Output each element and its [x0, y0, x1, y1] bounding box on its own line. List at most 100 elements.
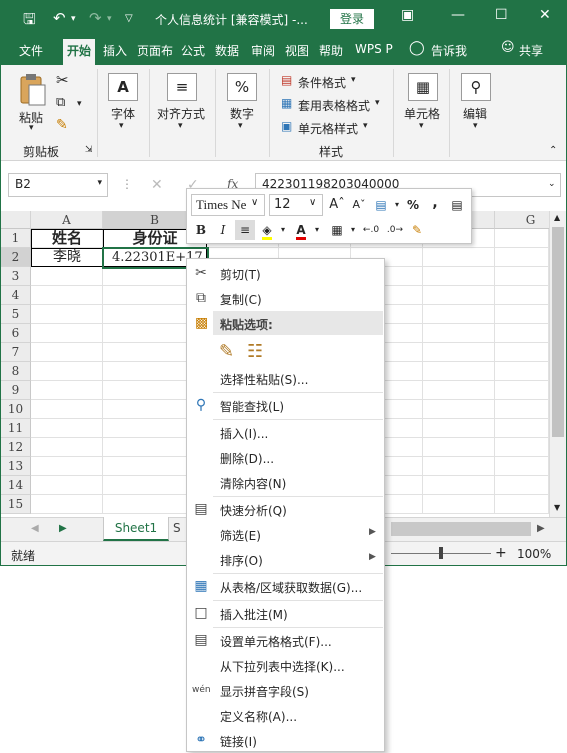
conditional-format-button[interactable]: 条件格式 — [298, 74, 346, 91]
cells-dropdown-icon[interactable]: ▾ — [419, 121, 424, 131]
bold-icon[interactable]: B — [191, 220, 211, 240]
cell-a1[interactable]: 姓名 — [31, 229, 103, 248]
align-center-icon[interactable]: ≡ — [235, 220, 255, 240]
minimize-icon[interactable]: — — [451, 7, 465, 23]
clipboard-launcher-icon[interactable]: ⇲ — [85, 145, 93, 155]
number-dropdown-icon[interactable]: ▾ — [238, 121, 243, 131]
copy-icon[interactable]: ⧉ — [56, 95, 65, 110]
row-header[interactable]: 4 — [1, 286, 31, 305]
copy-dropdown-icon[interactable]: ▾ — [77, 99, 82, 109]
sheet-tab-2[interactable]: S — [173, 521, 181, 535]
increase-decimal-icon[interactable]: ←.0 — [361, 220, 381, 240]
menu-item-filter[interactable]: 筛选(E) ▶ — [187, 522, 384, 547]
menu-item-paste-special[interactable]: 选择性粘贴(S)... — [187, 366, 384, 391]
cells-icon[interactable]: ▦ — [408, 73, 438, 101]
scroll-down-icon[interactable]: ▼ — [554, 503, 560, 512]
tab-review[interactable]: 审阅 — [251, 42, 275, 59]
column-header[interactable]: A — [31, 211, 103, 229]
editing-dropdown-icon[interactable]: ▾ — [473, 121, 478, 131]
zoom-level[interactable]: 100% — [517, 547, 551, 561]
menu-item-copy[interactable]: ⧉ 复制(C) — [187, 286, 384, 311]
font-size-dropdown-icon[interactable]: ∨ — [309, 197, 316, 208]
menu-item-clear-contents[interactable]: 清除内容(N) — [187, 470, 384, 495]
cell-a2[interactable]: 李晓 — [31, 248, 103, 267]
cells-group-button[interactable]: 单元格 — [404, 105, 440, 122]
select-all-corner[interactable] — [1, 211, 31, 229]
alignment-dropdown-icon[interactable]: ▾ — [178, 121, 183, 131]
search-icon[interactable]: ⚲ — [461, 73, 491, 101]
font-group-button[interactable]: 字体 — [111, 105, 135, 122]
row-header[interactable]: 2 — [1, 248, 31, 267]
close-icon[interactable]: ✕ — [539, 7, 551, 23]
paste-dropdown-icon[interactable]: ▾ — [29, 123, 34, 133]
decrease-font-icon[interactable]: Aˇ — [349, 195, 369, 215]
number-group-button[interactable]: 数字 — [230, 105, 254, 122]
row-header[interactable]: 9 — [1, 381, 31, 400]
paste-option-values-icon[interactable]: ☷ — [247, 341, 263, 362]
increase-font-icon[interactable]: Aˆ — [327, 195, 347, 215]
font-dropdown-icon[interactable]: ▾ — [119, 121, 124, 131]
tab-data[interactable]: 数据 — [215, 42, 239, 59]
row-header[interactable]: 6 — [1, 324, 31, 343]
row-header[interactable]: 11 — [1, 419, 31, 438]
maximize-icon[interactable]: ☐ — [495, 7, 508, 23]
row-header[interactable]: 10 — [1, 400, 31, 419]
paste-option-keep-icon[interactable]: ✎ — [219, 341, 234, 362]
prev-sheet-icon[interactable]: ◀ — [31, 523, 39, 534]
format-painter-icon[interactable]: ✎ — [407, 220, 427, 240]
undo-icon[interactable]: ↶ — [53, 9, 66, 27]
conditional-format-dropdown-icon[interactable]: ▾ — [351, 75, 356, 85]
zoom-slider-thumb[interactable] — [439, 547, 443, 559]
menu-item-sort[interactable]: 排序(O) ▶ — [187, 547, 384, 572]
menu-item-format-cells[interactable]: ▤ 设置单元格格式(F)... — [187, 628, 384, 653]
menu-item-show-pinyin[interactable]: wén 显示拼音字段(S) — [187, 678, 384, 703]
row-header[interactable]: 13 — [1, 457, 31, 476]
row-header[interactable]: 7 — [1, 343, 31, 362]
row-header[interactable]: 5 — [1, 305, 31, 324]
format-painter-icon[interactable]: ✎ — [56, 117, 68, 133]
font-name-dropdown-icon[interactable]: ∨ — [251, 197, 258, 208]
cell-style-dropdown-icon[interactable]: ▾ — [363, 121, 368, 131]
menu-item-pick-from-list[interactable]: 从下拉列表中选择(K)... — [187, 653, 384, 678]
cancel-icon[interactable]: ✕ — [151, 177, 163, 193]
menu-item-smart-lookup[interactable]: ⚲ 智能查找(L) — [187, 393, 384, 418]
tab-view[interactable]: 视图 — [285, 42, 309, 59]
paste-button[interactable] — [17, 73, 49, 107]
scroll-right-icon[interactable]: ▶ — [537, 523, 545, 534]
scissors-icon[interactable]: ✂ — [56, 71, 69, 89]
decrease-decimal-icon[interactable]: .0→ — [385, 220, 405, 240]
zoom-in-icon[interactable]: + — [495, 545, 507, 561]
alignment-group-button[interactable]: 对齐方式 — [157, 105, 205, 122]
percent-icon[interactable]: % — [227, 73, 257, 101]
menu-item-insert-comment[interactable]: □ 插入批注(M) — [187, 601, 384, 626]
name-box[interactable]: B2 ▾ — [8, 173, 108, 197]
percent-style-button[interactable]: % — [403, 195, 423, 215]
tab-home[interactable]: 开始 — [63, 39, 96, 65]
tab-wps-pdf[interactable]: WPS P — [355, 42, 393, 56]
tab-file[interactable]: 文件 — [19, 42, 43, 59]
next-sheet-icon[interactable]: ▶ — [59, 523, 67, 534]
row-header[interactable]: 15 — [1, 495, 31, 514]
menu-item-link[interactable]: ⚭ 链接(I) — [187, 728, 384, 753]
undo-dropdown-icon[interactable]: ▾ — [71, 14, 76, 24]
borders-dropdown-icon[interactable]: ▾ — [343, 220, 363, 240]
menu-item-get-data[interactable]: ▦ 从表格/区域获取数据(G)... — [187, 574, 384, 599]
merge-center-icon[interactable]: ▤ — [447, 195, 467, 215]
table-format-button[interactable]: 套用表格格式 — [298, 97, 370, 114]
tab-help[interactable]: 帮助 — [319, 42, 343, 59]
editing-group-button[interactable]: 编辑 — [463, 105, 487, 122]
menu-item-cut[interactable]: ✂ 剪切(T) — [187, 261, 384, 286]
customize-qat-icon[interactable]: ▽ — [125, 13, 133, 24]
font-color-dropdown-icon[interactable]: ▾ — [307, 220, 327, 240]
row-header[interactable]: 8 — [1, 362, 31, 381]
tab-insert[interactable]: 插入 — [103, 42, 127, 59]
table-format-dropdown-icon[interactable]: ▾ — [375, 98, 380, 108]
cell-style-button[interactable]: 单元格样式 — [298, 120, 358, 137]
font-icon[interactable]: A — [108, 73, 138, 101]
menu-item-define-name[interactable]: 定义名称(A)... — [187, 703, 384, 728]
row-header[interactable]: 12 — [1, 438, 31, 457]
row-header[interactable]: 1 — [1, 229, 31, 248]
name-box-dropdown-icon[interactable]: ▾ — [97, 178, 102, 188]
menu-item-quick-analysis[interactable]: ▤ 快速分析(Q) — [187, 497, 384, 522]
menu-item-delete[interactable]: 删除(D)... — [187, 445, 384, 470]
